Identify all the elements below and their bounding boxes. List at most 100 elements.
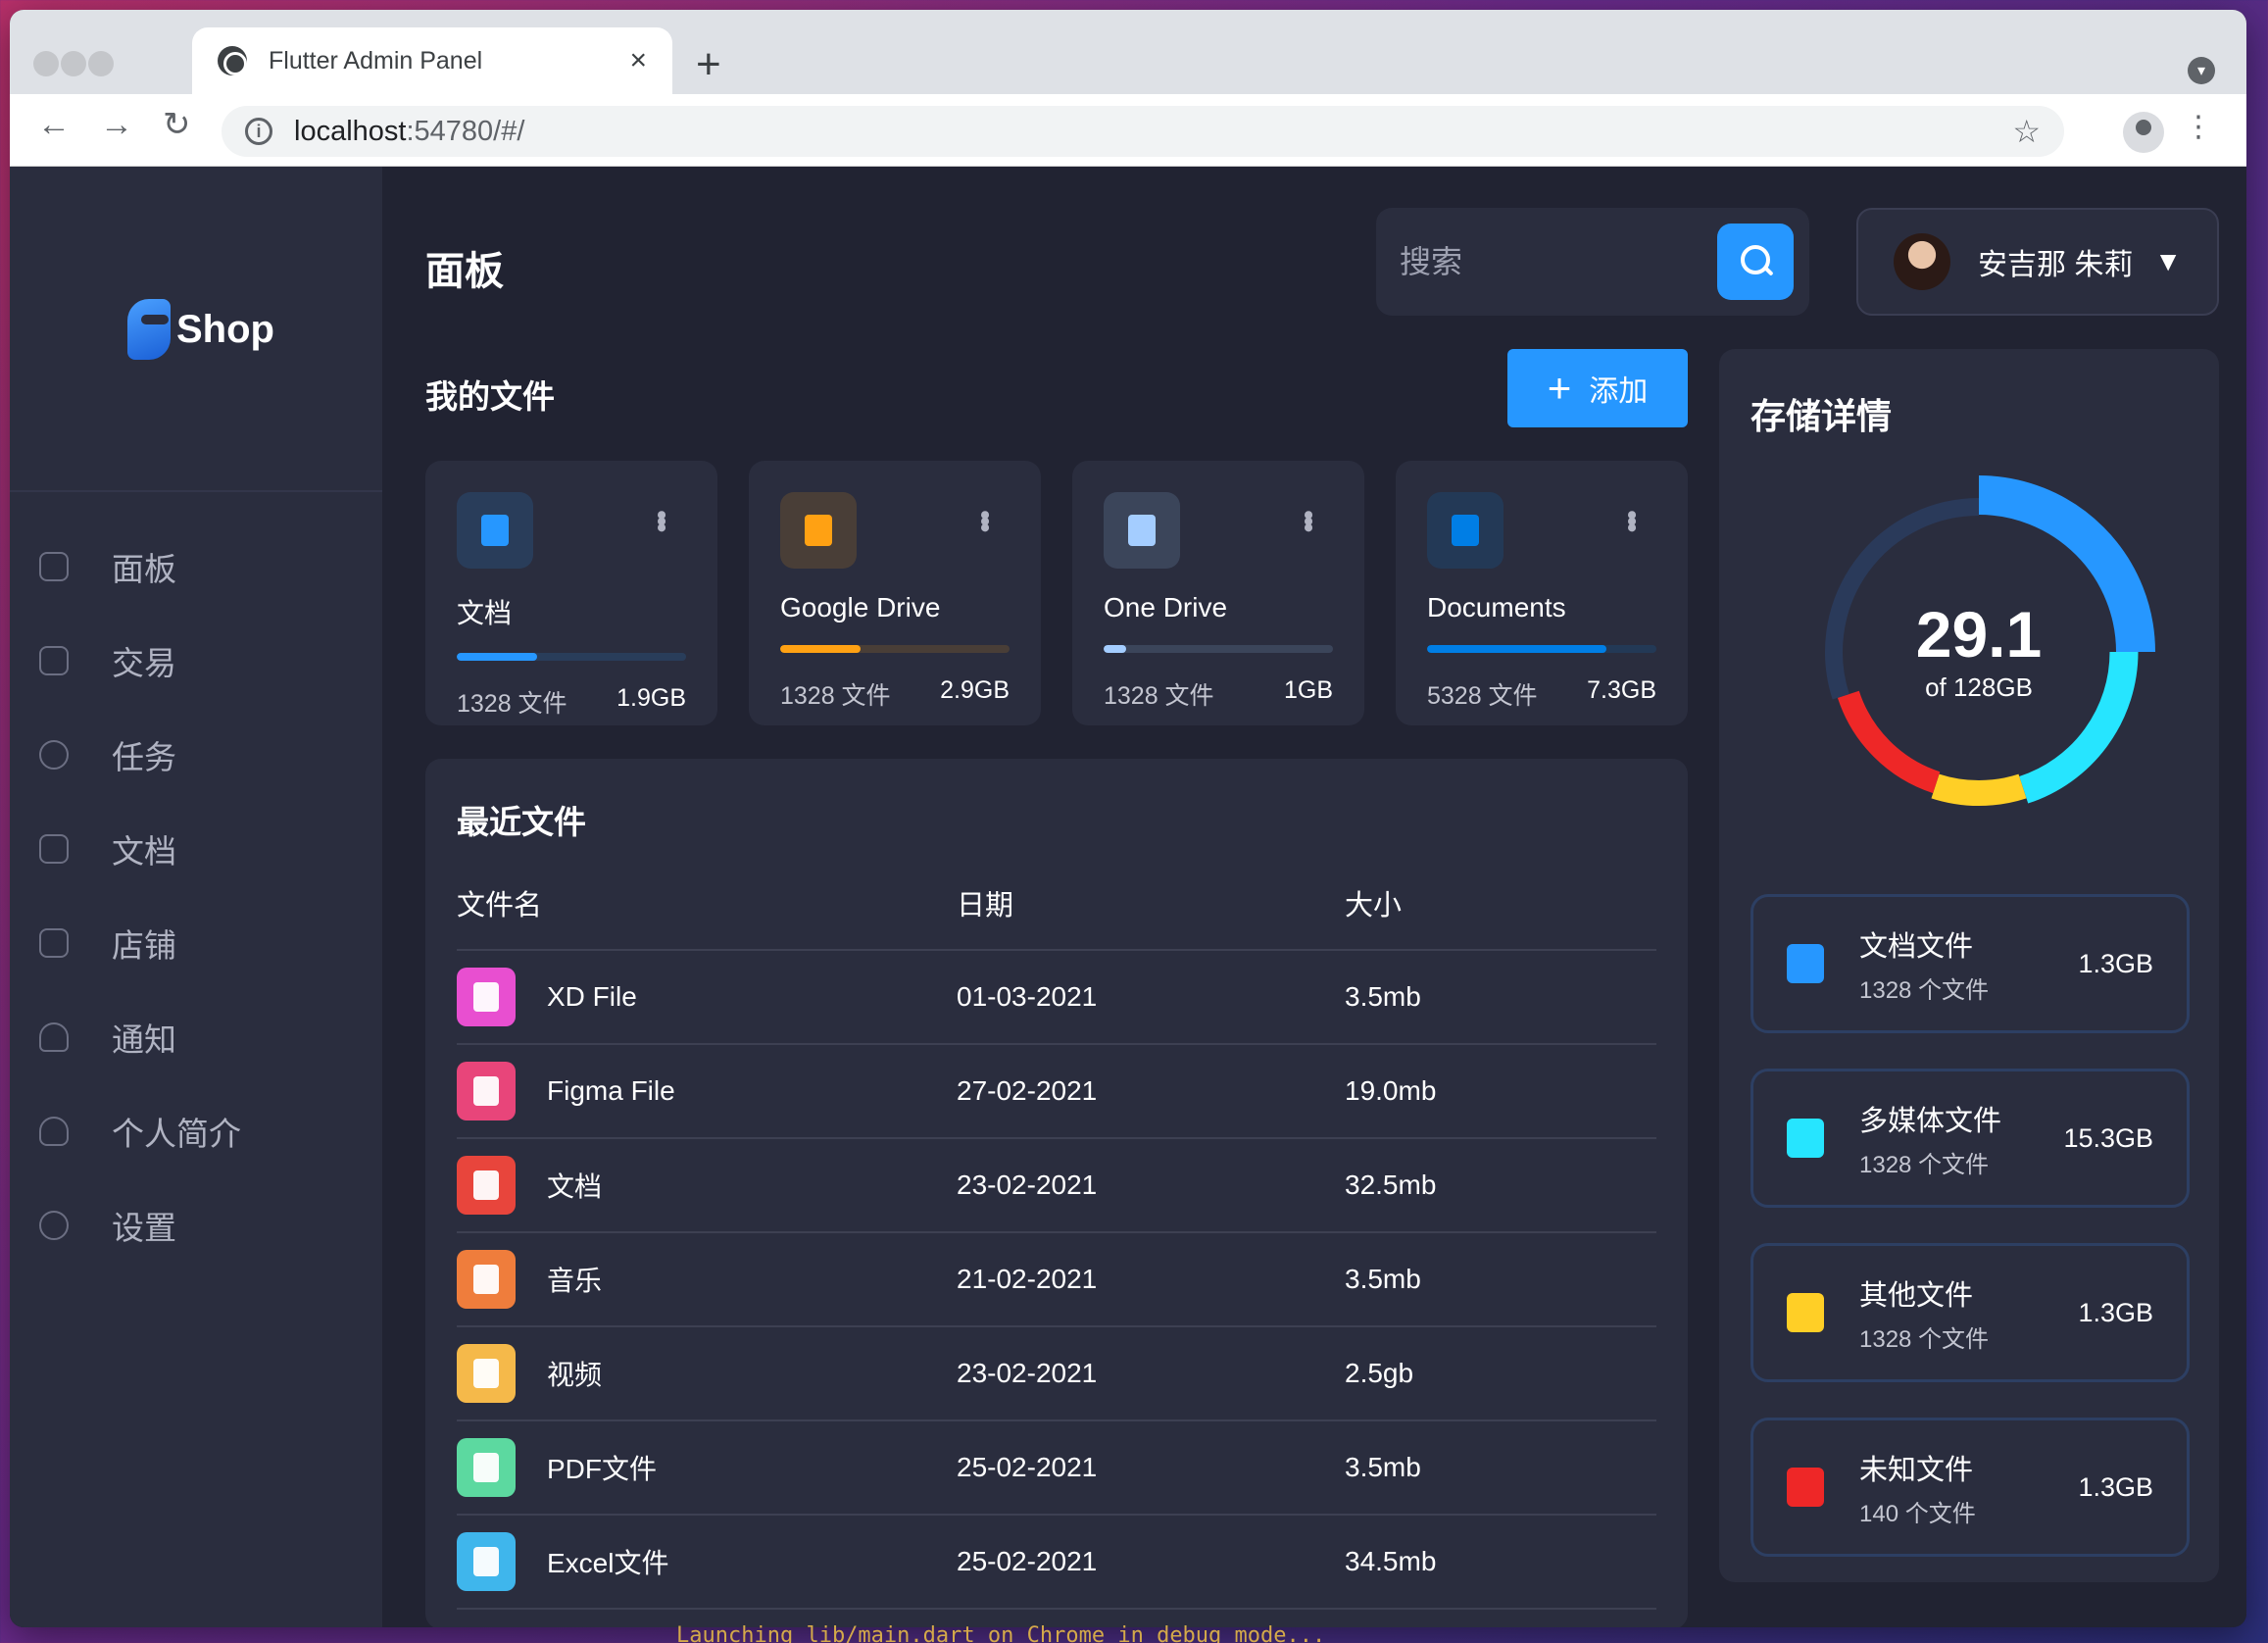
music-file-icon xyxy=(457,1250,516,1309)
sidebar-item-label: 交易 xyxy=(112,645,176,681)
sidebar-item-profile[interactable]: 个人简介 xyxy=(39,1084,241,1178)
back-button[interactable]: ← xyxy=(37,108,71,141)
window-minimize-button[interactable] xyxy=(61,51,86,76)
more-options-icon[interactable]: ••• xyxy=(1292,510,1324,529)
file-icon-glyph xyxy=(473,1547,499,1576)
site-info-icon[interactable]: i xyxy=(245,118,272,145)
forward-button[interactable]: → xyxy=(100,108,133,141)
storage-item[interactable]: 其他文件 1328 个文件 1.3GB xyxy=(1750,1243,2190,1382)
file-icon-glyph xyxy=(473,982,499,1012)
storage-title: 存储详情 xyxy=(1750,396,1893,436)
card-size: 7.3GB xyxy=(1587,676,1656,704)
file-size: 3.5mb xyxy=(1345,1264,1421,1294)
file-date: 23-02-2021 xyxy=(957,1358,1098,1388)
storage-item[interactable]: 未知文件 140 个文件 1.3GB xyxy=(1750,1418,2190,1557)
sidebar-item-settings[interactable]: 设置 xyxy=(39,1178,241,1272)
tab-bar: Flutter Admin Panel × + ▾ xyxy=(10,10,2246,94)
table-row[interactable]: 视频 23-02-2021 2.5gb xyxy=(457,1327,1656,1421)
file-card[interactable]: ••• 文档 1328 文件 1.9GB xyxy=(425,461,717,725)
add-file-button[interactable]: + 添加 xyxy=(1507,349,1688,427)
page-title: 面板 xyxy=(425,250,504,293)
file-date: 25-02-2021 xyxy=(957,1452,1098,1482)
storage-progress-bar xyxy=(1104,645,1333,653)
search-box xyxy=(1376,208,1809,316)
file-card[interactable]: ••• One Drive 1328 文件 1GB xyxy=(1072,461,1364,725)
profile-card[interactable]: 安吉那 朱莉 ▼ xyxy=(1856,208,2219,316)
sidebar-item-dashboard[interactable]: 面板 xyxy=(39,520,241,614)
window-maximize-button[interactable] xyxy=(88,51,114,76)
card-title: One Drive xyxy=(1104,592,1228,622)
sidebar-item-store[interactable]: 店铺 xyxy=(39,896,241,990)
new-tab-button[interactable]: + xyxy=(696,43,721,86)
browser-profile-icon[interactable] xyxy=(2123,112,2164,153)
search-button[interactable] xyxy=(1717,224,1794,300)
table-row[interactable]: 文档 23-02-2021 32.5mb xyxy=(457,1139,1656,1233)
search-input[interactable] xyxy=(1400,243,1713,280)
file-name-cell: 音乐 xyxy=(457,1250,957,1309)
table-row[interactable]: Excel文件 25-02-2021 34.5mb xyxy=(457,1516,1656,1610)
tab-close-icon[interactable]: × xyxy=(629,44,647,77)
storage-item[interactable]: 多媒体文件 1328 个文件 15.3GB xyxy=(1750,1069,2190,1208)
bookmark-star-icon[interactable]: ☆ xyxy=(2012,113,2041,150)
card-meta: 1328 文件 1GB xyxy=(1104,676,1333,712)
url-host: localhost xyxy=(294,115,407,147)
file-name: 音乐 xyxy=(547,1266,603,1296)
reload-button[interactable]: ↻ xyxy=(163,108,191,141)
storage-progress-bar xyxy=(457,653,686,661)
table-row[interactable]: XD File 01-03-2021 3.5mb xyxy=(457,951,1656,1045)
more-options-icon[interactable]: ••• xyxy=(1615,510,1648,529)
file-size: 3.5mb xyxy=(1345,1452,1421,1482)
storage-item-text: 多媒体文件 1328 个文件 xyxy=(1859,1098,2063,1179)
sidebar-item-label: 设置 xyxy=(112,1210,176,1246)
notification-icon xyxy=(39,1022,69,1052)
sidebar-divider xyxy=(10,490,382,492)
profile-name: 安吉那 朱莉 xyxy=(1978,249,2134,281)
app-root: Shop 面板 交易 任务 文档 店铺 通知 个人简介 设置 面板 安 xyxy=(10,167,2246,1627)
file-name-cell: XD File xyxy=(457,968,957,1026)
sidebar-item-transaction[interactable]: 交易 xyxy=(39,614,241,708)
browser-toolbar: ← → ↻ i localhost:54780/#/ ☆ ⋮ xyxy=(10,94,2246,167)
table-row[interactable]: Figma File 27-02-2021 19.0mb xyxy=(457,1045,1656,1139)
chevron-down-icon[interactable]: ▼ xyxy=(2154,246,2182,277)
pdf-file-icon xyxy=(457,1438,516,1497)
column-header-name: 文件名 xyxy=(457,890,543,921)
sidebar-item-notification[interactable]: 通知 xyxy=(39,990,241,1084)
browser-menu-icon[interactable]: ⋮ xyxy=(2184,110,2213,144)
storage-item[interactable]: 文档文件 1328 个文件 1.3GB xyxy=(1750,894,2190,1033)
tab-search-icon[interactable]: ▾ xyxy=(2188,57,2215,84)
my-files-title: 我的文件 xyxy=(425,378,555,415)
sidebar-item-label: 面板 xyxy=(112,551,176,587)
card-meta: 5328 文件 7.3GB xyxy=(1427,676,1656,712)
more-options-icon[interactable]: ••• xyxy=(645,510,677,529)
storage-item-size: 15.3GB xyxy=(2063,1122,2153,1153)
table-row[interactable]: 音乐 21-02-2021 3.5mb xyxy=(457,1233,1656,1327)
document-icon xyxy=(39,834,69,864)
file-date: 25-02-2021 xyxy=(957,1546,1098,1576)
more-options-icon[interactable]: ••• xyxy=(968,510,1001,529)
file-date: 27-02-2021 xyxy=(957,1075,1098,1106)
window-close-button[interactable] xyxy=(33,51,59,76)
file-card[interactable]: ••• Google Drive 1328 文件 2.9GB xyxy=(749,461,1041,725)
main-content: 面板 安吉那 朱莉 ▼ 我的文件 + 添加 •••文档1328 文件1.9GB•… xyxy=(382,167,2246,1627)
address-bar[interactable]: i localhost:54780/#/ ☆ xyxy=(222,106,2064,157)
sidebar-item-label: 任务 xyxy=(112,739,176,775)
sidebar-item-task[interactable]: 任务 xyxy=(39,708,241,802)
file-size: 19.0mb xyxy=(1345,1075,1437,1106)
sidebar-item-label: 店铺 xyxy=(112,927,176,964)
file-name-cell: 视频 xyxy=(457,1344,957,1403)
file-size: 32.5mb xyxy=(1345,1170,1437,1200)
file-icon-glyph xyxy=(473,1076,499,1106)
file-size: 2.5gb xyxy=(1345,1358,1414,1388)
browser-tab[interactable]: Flutter Admin Panel × xyxy=(192,27,672,94)
file-name-cell: Excel文件 xyxy=(457,1532,957,1591)
storage-item-size: 1.3GB xyxy=(2078,1297,2153,1327)
sidebar-item-label: 个人简介 xyxy=(112,1116,241,1152)
storage-item-size: 1.3GB xyxy=(2078,948,2153,978)
card-size: 1GB xyxy=(1283,676,1333,704)
file-name-cell: Figma File xyxy=(457,1062,957,1120)
table-row[interactable]: PDF文件 25-02-2021 3.5mb xyxy=(457,1421,1656,1516)
file-card[interactable]: ••• Documents 5328 文件 7.3GB xyxy=(1396,461,1688,725)
file-size: 34.5mb xyxy=(1345,1546,1437,1576)
sidebar-item-documents[interactable]: 文档 xyxy=(39,802,241,896)
sidebar-item-label: 文档 xyxy=(112,833,176,870)
